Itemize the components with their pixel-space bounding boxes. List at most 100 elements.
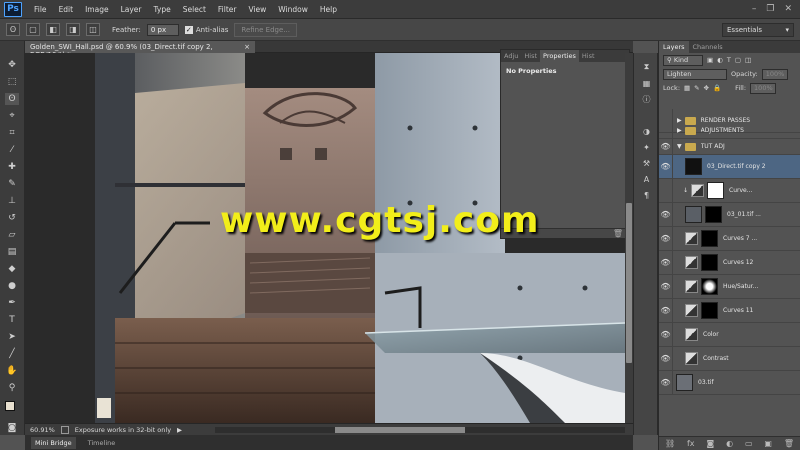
adjustment-layer-icon[interactable]: ◐ — [726, 439, 733, 448]
refine-edge-button[interactable]: Refine Edge... — [234, 22, 297, 37]
antialias-checkbox[interactable]: ✓ Anti-alias — [184, 25, 228, 34]
adjustments-icon[interactable]: ◑ — [640, 125, 653, 137]
menu-layer[interactable]: Layer — [115, 5, 148, 14]
subtract-selection-icon[interactable]: ◨ — [66, 23, 80, 36]
layer-row[interactable]: 👁 Contrast — [659, 346, 800, 371]
layer-row[interactable]: 👁 ▼ TUT ADJ — [659, 138, 800, 155]
info-icon[interactable]: ⓘ — [640, 93, 653, 105]
brush-tool-icon[interactable]: ✎ — [5, 178, 19, 190]
menu-filter[interactable]: Filter — [212, 5, 243, 14]
properties-icon[interactable]: ▦ — [640, 77, 653, 89]
feather-input[interactable]: 0 px — [146, 23, 179, 36]
blur-tool-icon[interactable]: ◆ — [5, 263, 19, 275]
trash-icon[interactable]: 🗑 — [613, 229, 623, 238]
zoom-tool-icon[interactable]: ⚲ — [5, 382, 19, 394]
layer-row[interactable]: 👁 03_01.tif ... — [659, 202, 800, 227]
filter-adjust-icon[interactable]: ◐ — [717, 56, 723, 64]
new-layer-icon[interactable]: ▣ — [764, 439, 772, 448]
opacity-input[interactable]: 100% — [761, 68, 788, 80]
menu-file[interactable]: File — [28, 5, 53, 14]
healing-brush-tool-icon[interactable]: ✚ — [5, 161, 19, 173]
foreground-color-swatch[interactable] — [5, 401, 15, 411]
lock-transparency-icon[interactable]: ▦ — [684, 84, 690, 92]
status-menu-arrow[interactable]: ▶ — [177, 426, 182, 434]
status-info-icon[interactable] — [60, 425, 69, 434]
tab-timeline[interactable]: Timeline — [84, 437, 120, 449]
layer-row[interactable]: 👁 Hue/Satur... — [659, 274, 800, 299]
marquee-tool-icon[interactable]: ⬚ — [5, 76, 19, 88]
paragraph-icon[interactable]: ¶ — [640, 189, 653, 201]
minimize-icon[interactable]: – — [752, 4, 757, 14]
close-icon[interactable]: ✕ — [784, 4, 792, 14]
menu-select[interactable]: Select — [177, 5, 212, 14]
hand-tool-icon[interactable]: ✋ — [5, 365, 19, 377]
tab-mini-bridge[interactable]: Mini Bridge — [31, 436, 76, 449]
move-tool-icon[interactable]: ✥ — [5, 59, 19, 71]
fx-icon[interactable]: fx — [687, 439, 695, 448]
menu-type[interactable]: Type — [148, 5, 177, 14]
layer-row[interactable]: 👁 Curves 12 — [659, 250, 800, 275]
pen-tool-icon[interactable]: ✒ — [5, 297, 19, 309]
tab-layers[interactable]: Layers — [659, 41, 689, 53]
vertical-scrollbar[interactable] — [625, 53, 633, 423]
brush-presets-icon[interactable]: ✦ — [640, 141, 653, 153]
clone-stamp-tool-icon[interactable]: ⊥ — [5, 195, 19, 207]
folder-icon[interactable]: ▭ — [745, 439, 753, 448]
restore-icon[interactable]: ❐ — [766, 4, 774, 14]
filter-type-icon[interactable]: T — [727, 56, 731, 64]
visibility-toggle[interactable] — [659, 122, 673, 139]
eyedropper-tool-icon[interactable]: ⁄ — [5, 144, 19, 156]
lock-pixels-icon[interactable]: ✎ — [694, 84, 699, 92]
layer-row[interactable]: 👁 Color — [659, 322, 800, 347]
type-tool-icon[interactable]: T — [5, 314, 19, 326]
intersect-selection-icon[interactable]: ◫ — [86, 23, 100, 36]
layer-row[interactable]: 👁 03.tif — [659, 370, 800, 395]
workspace-select[interactable]: Essentials ▾ — [722, 22, 794, 37]
eye-icon[interactable]: 👁 — [659, 138, 673, 155]
quick-select-tool-icon[interactable]: ⌖ — [5, 110, 19, 122]
eye-icon[interactable]: 👁 — [659, 274, 673, 299]
new-selection-icon[interactable]: ▢ — [26, 23, 40, 36]
horizontal-scroll-thumb[interactable] — [335, 427, 465, 433]
link-icon[interactable]: ⛓ — [665, 439, 675, 448]
trash-icon[interactable]: 🗑 — [784, 439, 794, 448]
tab-properties[interactable]: Properties — [540, 50, 579, 62]
eye-icon[interactable]: 👁 — [659, 226, 673, 251]
eye-icon[interactable]: 👁 — [659, 370, 673, 395]
menu-view[interactable]: View — [242, 5, 272, 14]
filter-kind-select[interactable]: ⚲ Kind — [663, 54, 703, 66]
filter-smart-icon[interactable]: ◫ — [745, 56, 751, 64]
filter-shape-icon[interactable]: ▢ — [735, 56, 741, 64]
document-tab[interactable]: Golden_SWI_Hall.psd @ 60.9% (03_Direct.t… — [25, 41, 255, 59]
tab-history[interactable]: Hist — [579, 50, 598, 62]
eye-icon[interactable]: 👁 — [659, 202, 673, 227]
menu-image[interactable]: Image — [79, 5, 115, 14]
menu-help[interactable]: Help — [314, 5, 343, 14]
layer-row-selected[interactable]: 👁 03_Direct.tif copy 2 — [659, 154, 800, 179]
lasso-tool-preset-icon[interactable]: ʘ — [6, 23, 20, 36]
add-selection-icon[interactable]: ◧ — [46, 23, 60, 36]
menu-window[interactable]: Window — [272, 5, 314, 14]
layer-row[interactable]: 👁 Curves 7 ... — [659, 226, 800, 251]
close-tab-icon[interactable]: × — [244, 43, 250, 51]
visibility-toggle[interactable] — [659, 178, 673, 203]
mask-icon[interactable]: ◙ — [706, 439, 714, 448]
tab-adjustments[interactable]: Adju — [501, 50, 521, 62]
history-brush-tool-icon[interactable]: ↺ — [5, 212, 19, 224]
history-icon[interactable]: ⧗ — [640, 61, 653, 73]
filter-pixel-icon[interactable]: ▣ — [707, 56, 713, 64]
layer-row[interactable]: ▶ ADJUSTMENTS — [659, 122, 800, 139]
layer-row[interactable]: 👁 Curves 11 — [659, 298, 800, 323]
dodge-tool-icon[interactable]: ● — [5, 280, 19, 292]
crop-tool-icon[interactable]: ⌗ — [5, 127, 19, 139]
blend-mode-select[interactable]: Lighten — [663, 68, 727, 80]
layer-row[interactable]: ↓ Curve... — [659, 178, 800, 203]
styles-icon[interactable]: A — [640, 173, 653, 185]
menu-edit[interactable]: Edit — [53, 5, 80, 14]
eye-icon[interactable]: 👁 — [659, 298, 673, 323]
gradient-tool-icon[interactable]: ▤ — [5, 246, 19, 258]
expand-arrow-icon[interactable]: ▶ — [677, 127, 682, 134]
collapse-arrow-icon[interactable]: ▼ — [677, 143, 682, 150]
quick-mask-icon[interactable]: ◙ — [5, 422, 19, 434]
eye-icon[interactable]: 👁 — [659, 154, 673, 179]
